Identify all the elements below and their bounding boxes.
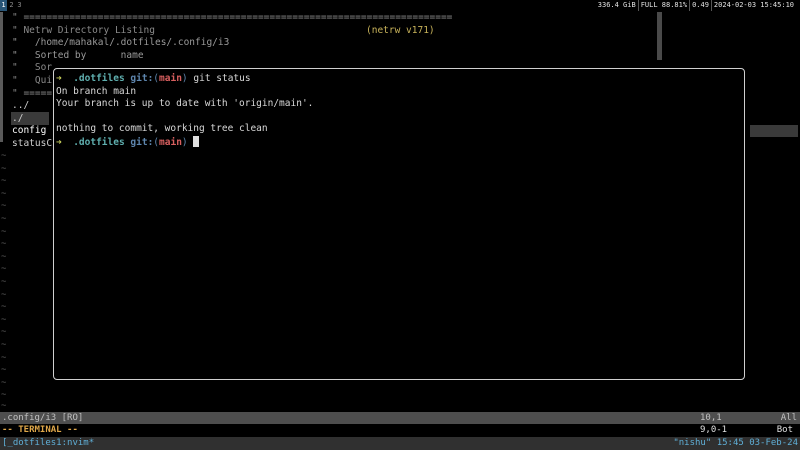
netrw-title: " Netrw Directory Listing	[12, 24, 155, 36]
netrw-entry-statusc[interactable]: statusC	[12, 138, 52, 151]
empty-line-marker: ~	[1, 176, 7, 187]
status-blocks: 336.4 GiB FULL 88.81% 0.49 2024-02-03 15…	[596, 0, 796, 11]
terminal-output-line: On branch main	[56, 85, 137, 97]
workspace-1-button[interactable]: 1	[0, 0, 7, 11]
datetime-status: 2024-02-03 15:45:10	[710, 0, 796, 11]
statusline-file: .config/i3 [RO]	[2, 413, 84, 423]
terminal-output-line: Your branch is up to date with 'origin/m…	[56, 98, 314, 110]
netrw-entry-parent[interactable]: ../	[12, 100, 29, 113]
empty-line-marker: ~	[1, 340, 7, 350]
workspace-3-button[interactable]: 3	[16, 0, 23, 11]
tmux-date: 03-Feb-24	[749, 438, 798, 448]
vim-statusline: .config/i3 [RO] 10,1 All	[0, 412, 800, 424]
tmux-time: 15:45	[716, 438, 744, 448]
prompt-git-label: git:	[130, 136, 154, 148]
empty-line-marker: ~	[1, 302, 7, 313]
vim-modeline: -- TERMINAL -- 9,0-1 Bot	[0, 424, 800, 437]
empty-line-marker: ~	[1, 289, 7, 300]
i3-top-bar: 1 2 3 336.4 GiB FULL 88.81% 0.49 2024-02…	[0, 0, 800, 11]
netrw-sort-sequence: " Sor	[12, 62, 53, 74]
prompt-branch: main	[159, 73, 182, 84]
empty-line-marker: ~	[1, 277, 7, 287]
empty-line-marker: ~	[1, 151, 7, 161]
netrw-version: (netrw v171)	[366, 24, 435, 36]
mode-indicator: -- TERMINAL --	[2, 425, 78, 435]
load-status: 0.49	[689, 0, 711, 11]
terminal-input-line[interactable]: ➜ .dotfiles git:(main)	[56, 135, 742, 149]
battery-status: FULL 88.81%	[637, 0, 689, 11]
empty-line-marker: ~	[1, 352, 7, 363]
empty-line-marker: ~	[1, 201, 7, 212]
netrw-entry-current[interactable]: ./	[12, 113, 23, 126]
empty-line-marker: ~	[1, 239, 7, 250]
disk-status: 336.4 GiB	[597, 1, 636, 9]
tmux-status-bar: [_dotfiles1:nvim* "nishu" 15:45 03-Feb-2…	[0, 437, 800, 450]
netrw-quick-help: " Qui	[12, 75, 53, 86]
empty-line-marker: ~	[1, 226, 7, 237]
tmux-session-window[interactable]: [_dotfiles1:nvim*	[2, 437, 94, 450]
prompt-directory: .dotfiles	[73, 73, 125, 84]
terminal-command: git status	[193, 73, 251, 84]
empty-line-marker: ~	[1, 163, 7, 174]
statusline-position: 10,1	[700, 413, 722, 423]
netrw-entry-config[interactable]: config	[12, 125, 46, 138]
netrw-separator-2: " =====	[12, 87, 53, 99]
prompt-branch: main	[159, 136, 182, 148]
statusline-scroll: All	[780, 413, 797, 423]
modeline-position: 9,0-1	[700, 425, 728, 435]
prompt-git-label: git:	[130, 73, 154, 84]
terminal-prompt-line: ➜ .dotfiles git:(main) git status	[56, 73, 251, 84]
tmux-right-status: "nishu" 15:45 03-Feb-24	[673, 437, 798, 450]
prompt-arrow-icon: ➜	[56, 136, 62, 148]
prompt-arrow-icon: ➜	[56, 73, 62, 84]
terminal-output-line: nothing to commit, working tree clean	[56, 123, 268, 135]
empty-line-marker: ~	[1, 401, 7, 411]
empty-line-marker: ~	[1, 327, 7, 338]
prompt-directory: .dotfiles	[73, 136, 125, 148]
terminal-cursor	[193, 135, 200, 147]
netrw-sorted-by: " Sorted by name	[12, 49, 144, 61]
floating-terminal-window[interactable]: ➜ .dotfiles git:(main) git status On bra…	[53, 68, 745, 380]
empty-line-marker: ~	[1, 365, 7, 376]
modeline-scroll: Bot	[776, 425, 793, 435]
empty-line-marker: ~	[1, 377, 7, 388]
netrw-separator: " ======================================…	[12, 12, 453, 23]
workspace-2-button[interactable]: 2	[8, 0, 15, 11]
netrw-path: " /home/mahakal/.dotfiles/.config/i3	[12, 37, 230, 49]
empty-line-marker: ~	[1, 188, 7, 199]
empty-line-marker: ~	[1, 314, 7, 325]
tmux-host: "nishu"	[673, 438, 712, 448]
empty-line-marker: ~	[1, 264, 7, 275]
empty-line-marker: ~	[1, 214, 7, 224]
empty-line-marker: ~	[1, 251, 7, 262]
